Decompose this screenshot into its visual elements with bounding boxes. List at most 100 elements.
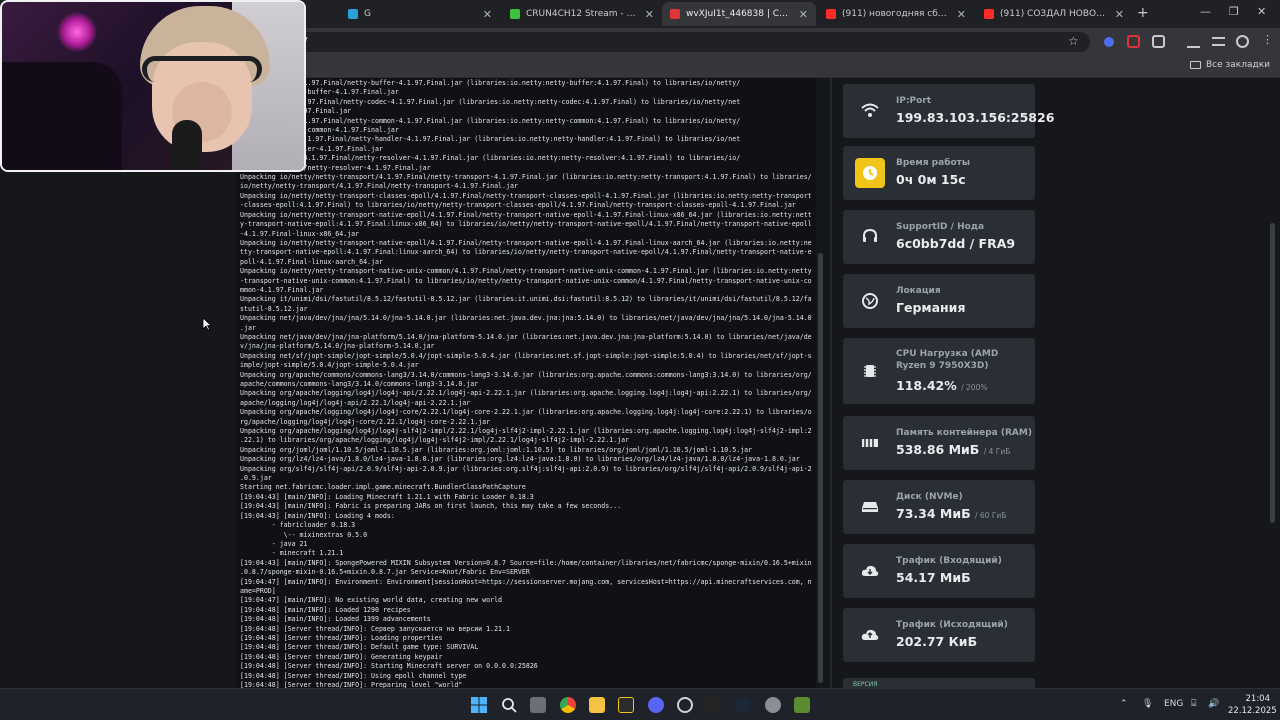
tab-console[interactable]: wvXJuI1t_446838 | Console ✕ (662, 2, 816, 26)
webcam-overlay (0, 0, 306, 172)
console-line: /netty-handler/4.1.97.Final/netty-handle… (240, 135, 741, 144)
settings-icon[interactable] (765, 697, 781, 713)
tab-g[interactable]: G ✕ (340, 2, 500, 26)
console-line: 1.97.Final/netty-common-4.1.97.Final.jar (240, 126, 399, 135)
steam-icon[interactable] (735, 697, 751, 713)
close-window-icon[interactable]: ✕ (1257, 5, 1266, 18)
divider (830, 78, 832, 688)
obs-icon[interactable] (677, 697, 693, 713)
stat-value[interactable]: 6c0bb7dd / FRA9 (896, 236, 1015, 251)
menu-icon[interactable]: ⋮ (1262, 33, 1275, 46)
console-line: [19:04:48] [main/INFO]: Loaded 1399 adva… (240, 615, 431, 624)
stat-value: 538.86 МиБ / 4 ГиБ (896, 442, 1010, 457)
console-line: imple/jopt-simple/5.0.4/jopt-simple-5.0.… (240, 361, 419, 370)
console-line: Unpacking io/netty/netty-transport/4.1.9… (240, 173, 812, 182)
puzzle-icon[interactable] (1152, 35, 1165, 48)
console-line: v/jna/jna-platform/5.14.0/jna-platform-5… (240, 342, 435, 351)
minecraft-icon[interactable] (794, 697, 810, 713)
console-line: /netty-codec/4.1.97.Final/netty-codec-4.… (240, 97, 741, 106)
close-icon[interactable]: ✕ (1115, 8, 1124, 21)
console-line: netty-codec-4.1.97.Final.jar (240, 107, 816, 116)
close-icon[interactable]: ✕ (957, 8, 966, 21)
app-icon[interactable] (706, 697, 722, 713)
console-line: [19:04:48] [Server thread/INFO]: Default… (240, 643, 479, 652)
stat-value[interactable]: 199.83.103.156:25826 (896, 110, 1054, 125)
search-icon[interactable] (501, 697, 517, 713)
memory-icon (855, 428, 885, 458)
console-line: Unpacking org/lz4/lz4-java/1.8.0/lz4-jav… (240, 455, 800, 464)
discord-icon[interactable] (648, 697, 664, 713)
console-line: Unpacking org/slf4j/slf4j-api/2.0.9/slf4… (240, 464, 812, 473)
stat-card-support: SupportID / Нода 6c0bb7dd / FRA9 (843, 210, 1035, 264)
windows-start-icon[interactable] (471, 697, 487, 713)
youtube-icon (826, 9, 836, 19)
tab-youtube-1[interactable]: (911) новогодняя сборка май ✕ (818, 2, 974, 26)
console-line: Unpacking org/joml/joml/1.10.5/joml-1.10… (240, 445, 753, 454)
console-line: [19:04:48] [Server thread/INFO]: Prepari… (240, 681, 463, 688)
console-line: Unpacking net/java/dev/jna/jna-platform/… (240, 332, 812, 341)
tab-twitch-stream[interactable]: CRUN4CH12 Stream - Watch L ✕ (502, 2, 662, 26)
console-line: Unpacking io/netty/netty-transport-nativ… (240, 238, 812, 247)
console-line: tty-transport-native-epoll:4.1.97.Final:… (240, 248, 812, 257)
stat-label: IP:Port (896, 96, 932, 106)
close-icon[interactable]: ✕ (799, 8, 808, 21)
media-icon[interactable] (1212, 37, 1225, 46)
clock-icon (855, 158, 885, 188)
bookmark-star-icon[interactable]: ☆ (1068, 34, 1079, 48)
chrome-icon[interactable] (560, 697, 576, 713)
console-line: Unpacking io/netty/netty-transport-class… (240, 191, 812, 200)
console-line: stutil-8.5.12.jar (240, 304, 308, 313)
language-indicator[interactable]: ENG (1164, 699, 1183, 709)
console-scrollbar[interactable] (818, 253, 823, 683)
console-line: Unpacking net/sf/jopt-simple/jopt-simple… (240, 351, 812, 360)
extension-icon[interactable] (1104, 37, 1114, 47)
console-line: [19:04:47] [main/INFO]: No existing worl… (240, 596, 503, 605)
stat-value: 118.42% / 200% (896, 378, 987, 393)
console-line: .0.9.jar (240, 474, 272, 483)
stat-limit: / 4 ГиБ (983, 447, 1011, 456)
console-line: Unpacking org/apache/logging/log4j/log4j… (240, 389, 812, 398)
tab-label: G (364, 9, 371, 19)
close-icon[interactable]: ✕ (645, 8, 654, 21)
close-icon[interactable]: ✕ (483, 8, 492, 21)
minimize-icon[interactable]: — (1200, 5, 1211, 18)
console-line: [19:04:48] [Server thread/INFO]: Generat… (240, 652, 443, 661)
stat-card-ip: IP:Port 199.83.103.156:25826 (843, 84, 1054, 138)
console-line: [19:04:48] [main/INFO]: Loaded 1290 reci… (240, 605, 411, 614)
stat-card-location: Локация Германия (843, 274, 1035, 328)
app-icon[interactable] (618, 697, 634, 713)
profile-icon[interactable] (1236, 35, 1249, 48)
console-line: .22.1) to libraries/org/apache/logging/l… (240, 436, 630, 445)
console-line: - java 21 (240, 539, 308, 548)
all-bookmarks-button[interactable]: Все закладки (1189, 60, 1270, 70)
youtube-icon (984, 9, 994, 19)
console-line: Unpacking org/apache/logging/log4j/log4j… (240, 408, 812, 417)
microphone-icon[interactable]: 🎙 (1142, 699, 1153, 709)
console-line: .0.8.7/sponge-mixin-0.16.5+mixin.0.8.7.j… (240, 568, 530, 577)
stream-site-icon (510, 9, 520, 19)
extension-icon[interactable] (1127, 35, 1140, 48)
console-line: 1.97.Final/netty-buffer-4.1.97.Final.jar (240, 88, 399, 97)
address-bar[interactable]: / (260, 32, 1090, 52)
volume-icon[interactable]: 🔊 (1208, 699, 1219, 709)
new-tab-button[interactable]: + (1137, 5, 1149, 21)
globe-icon (855, 286, 885, 316)
cpu-icon (855, 356, 885, 386)
system-clock[interactable]: 21:04 22.12.2025 (1228, 693, 1277, 717)
server-console[interactable]: /netty-buffer/4.1.97.Final/netty-buffer-… (236, 78, 816, 688)
stat-label: Локация (896, 286, 941, 296)
stat-card-cpu: CPU Нагрузка (AMD Ryzen 9 7950X3D) 118.4… (843, 338, 1035, 404)
maximize-icon[interactable]: ❐ (1229, 5, 1239, 18)
download-icon[interactable] (1187, 35, 1200, 48)
microphone (172, 120, 202, 170)
console-line: - minecraft 1.21.1 (240, 549, 344, 558)
file-explorer-icon[interactable] (589, 697, 605, 713)
tab-youtube-2[interactable]: (911) СОЗДАЛ НОВОГОДНИЙ ✕ (976, 2, 1132, 26)
task-view-icon[interactable] (530, 697, 546, 713)
chevron-up-icon[interactable]: ⌃ (1120, 699, 1128, 709)
network-icon[interactable]: ⌸ (1191, 699, 1196, 709)
stat-label: Трафик (Входящий) (896, 556, 1002, 566)
page-scrollbar[interactable] (1270, 223, 1275, 523)
console-line: -transport-native-unix-common:4.1.97.Fin… (240, 276, 812, 285)
console-line: [19:04:43] [main/INFO]: Loading Minecraf… (240, 492, 534, 501)
